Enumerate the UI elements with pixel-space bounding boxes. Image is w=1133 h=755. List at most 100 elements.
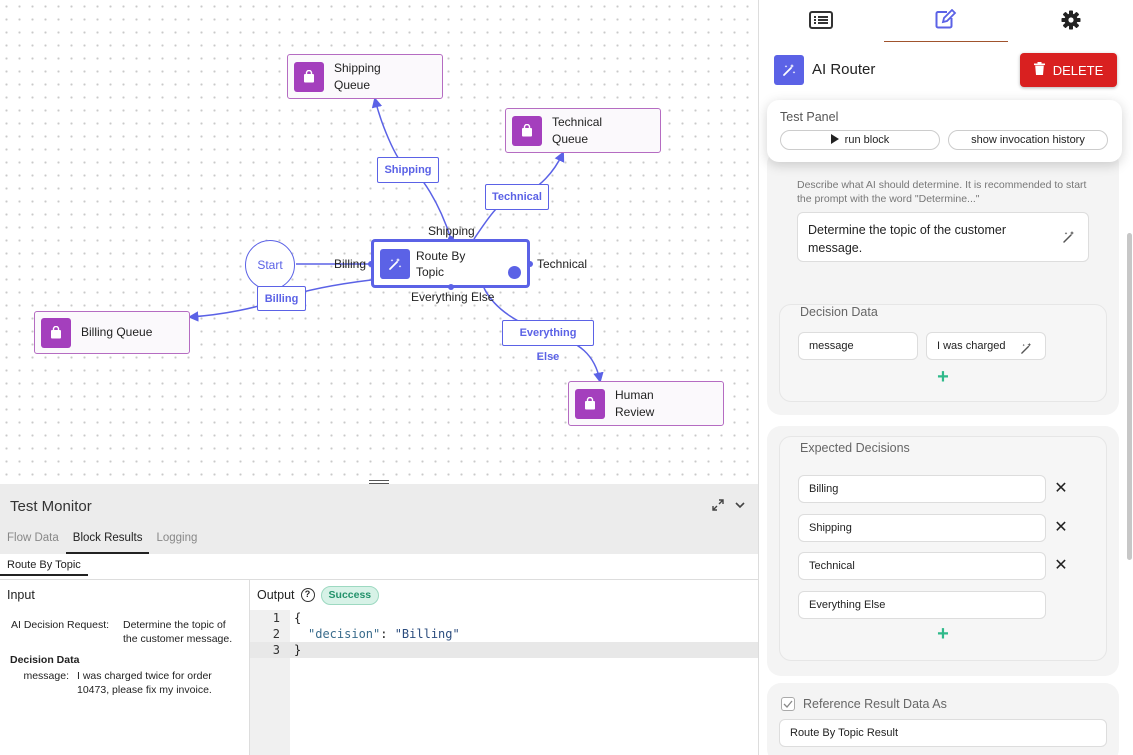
bag-icon	[575, 388, 605, 419]
chevron-down-icon[interactable]	[734, 498, 746, 514]
test-panel: Test Panel run block show invocation his…	[767, 100, 1122, 162]
code-editor[interactable]: 1 { 2 "decision": "Billing" 3 }	[250, 610, 758, 755]
tab-flow-data[interactable]: Flow Data	[0, 530, 66, 554]
bag-icon	[512, 115, 542, 146]
flow-canvas[interactable]: Shipping Queue Technical Queue Billing Q…	[0, 0, 758, 480]
line-text: }	[294, 643, 302, 657]
add-decision-button[interactable]: +	[933, 623, 953, 646]
decision-value-text: I was charged	[937, 340, 1006, 352]
add-decision-data-button[interactable]: +	[933, 366, 953, 389]
prompt-section: Describe what AI should determine. It is…	[767, 150, 1119, 415]
port-label-right: Technical	[537, 257, 588, 271]
close-icon[interactable]: ✕	[1054, 481, 1068, 497]
line-number: 3	[272, 643, 280, 657]
bag-icon	[41, 317, 71, 348]
link-icon	[508, 266, 521, 279]
block-header: AI Router DELETE	[759, 42, 1133, 97]
edge-label-technical[interactable]: Technical	[485, 184, 549, 210]
reference-section: Reference Result Data As Route By Topic …	[767, 683, 1119, 755]
edit-icon	[935, 8, 957, 32]
decision-data-label: Decision Data	[800, 305, 878, 319]
gear-icon	[1061, 10, 1081, 33]
node-label: Technical Queue	[552, 114, 603, 146]
node-human-review[interactable]: Human Review	[568, 381, 724, 426]
decision-option-technical[interactable]: Technical	[798, 552, 1046, 580]
port-label-bottom: Everything Else	[411, 290, 495, 304]
expand-icon[interactable]	[712, 498, 724, 514]
output-title: Output	[257, 588, 295, 602]
delete-label: DELETE	[1052, 62, 1104, 78]
bag-icon	[294, 61, 324, 92]
trash-icon	[1033, 62, 1045, 78]
tab-block-results[interactable]: Block Results	[65, 530, 150, 554]
code-line: 3 }	[250, 642, 758, 658]
decision-option-everything-else[interactable]: Everything Else	[798, 591, 1046, 619]
tab-edit[interactable]	[883, 0, 1009, 42]
json-key: "decision"	[308, 627, 381, 641]
output-header: Output ? Success	[250, 580, 758, 610]
expected-decisions-inner: Expected Decisions Billing ✕ Shipping ✕ …	[779, 436, 1107, 661]
subtab-row: Route By Topic	[0, 554, 758, 580]
decision-data-section: Decision Data message I was charged +	[779, 304, 1107, 402]
properties-panel: AI Router DELETE Test Panel run block sh…	[758, 0, 1133, 755]
port-right[interactable]	[527, 261, 533, 267]
test-panel-title: Test Panel	[780, 110, 839, 124]
reference-label: Reference Result Data As	[803, 697, 947, 711]
prompt-help: Describe what AI should determine. It is…	[797, 179, 1087, 205]
line-text: {	[294, 611, 302, 625]
node-billing-queue[interactable]: Billing Queue	[34, 311, 190, 354]
node-technical-queue[interactable]: Technical Queue	[505, 108, 661, 153]
code-line: 2 "decision": "Billing"	[250, 626, 758, 642]
start-node[interactable]: Start	[245, 240, 295, 290]
decision-key-input[interactable]: message	[798, 332, 918, 360]
port-label-left: Billing	[334, 257, 367, 271]
router-node[interactable]: Route By Topic	[371, 239, 530, 288]
monitor-header: Test Monitor Flow Data Block Results Log…	[0, 484, 758, 554]
port-left[interactable]	[368, 261, 374, 267]
play-icon	[830, 133, 839, 147]
prompt-field[interactable]: Determine the topic of the customer mess…	[797, 212, 1089, 262]
list-icon	[809, 10, 834, 32]
run-block-label: run block	[844, 134, 890, 146]
node-label: Shipping Queue	[334, 60, 381, 92]
expected-decisions-label: Expected Decisions	[800, 441, 910, 455]
reference-input[interactable]: Route By Topic Result	[779, 719, 1107, 747]
decision-option-shipping[interactable]: Shipping	[798, 514, 1046, 542]
invocation-history-label: show invocation history	[971, 134, 1085, 146]
expected-decisions-section: Expected Decisions Billing ✕ Shipping ✕ …	[767, 426, 1119, 676]
message-key: message:	[23, 670, 69, 682]
tab-list[interactable]	[759, 0, 884, 42]
code-line: 1 {	[250, 610, 758, 626]
monitor-title: Test Monitor	[10, 498, 92, 515]
edge-label-shipping[interactable]: Shipping	[377, 157, 439, 183]
panel-tabs	[759, 0, 1133, 42]
edge-label-billing[interactable]: Billing	[257, 286, 306, 311]
input-pane: Input AI Decision Request: Determine the…	[0, 580, 250, 755]
magic-wand-icon	[380, 248, 410, 279]
request-value: Determine the topic of the customer mess…	[123, 619, 233, 645]
block-title: AI Router	[812, 61, 876, 78]
magic-wand-icon[interactable]	[1020, 339, 1033, 365]
run-block-button[interactable]: run block	[780, 130, 940, 150]
decision-data-label: Decision Data	[10, 654, 80, 666]
message-value: I was charged twice for order 10473, ple…	[77, 670, 212, 696]
decision-option-billing[interactable]: Billing	[798, 475, 1046, 503]
line-number: 2	[272, 627, 280, 641]
invocation-history-button[interactable]: show invocation history	[948, 130, 1108, 150]
close-icon[interactable]: ✕	[1054, 520, 1068, 536]
decision-value-input[interactable]: I was charged	[926, 332, 1046, 360]
checkbox[interactable]	[781, 697, 795, 711]
magic-wand-icon[interactable]	[1062, 230, 1076, 247]
tab-logging[interactable]: Logging	[149, 530, 204, 554]
router-label: Route By Topic	[416, 248, 466, 279]
help-icon[interactable]: ?	[300, 588, 315, 602]
delete-button[interactable]: DELETE	[1020, 53, 1117, 87]
close-icon[interactable]: ✕	[1054, 558, 1068, 574]
subtab-route-by-topic[interactable]: Route By Topic	[0, 556, 88, 576]
scrollbar[interactable]	[1127, 233, 1132, 560]
input-header: Input	[0, 580, 249, 610]
node-shipping-queue[interactable]: Shipping Queue	[287, 54, 443, 99]
tab-settings[interactable]	[1008, 0, 1133, 42]
edge-label-everything-else[interactable]: Everything Else	[502, 320, 594, 363]
prompt-value: Determine the topic of the customer mess…	[808, 223, 1007, 255]
